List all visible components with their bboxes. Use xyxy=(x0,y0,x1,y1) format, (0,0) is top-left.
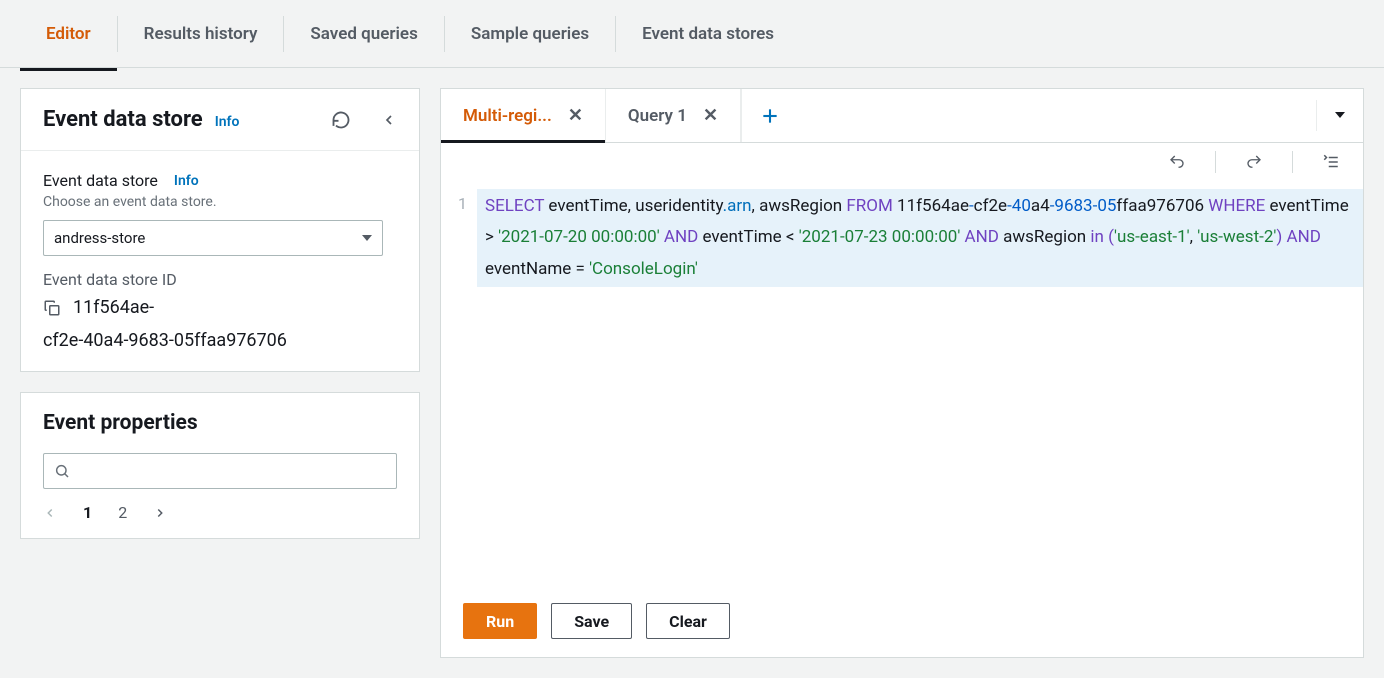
query-tab-2-label: Query 1 xyxy=(628,106,687,126)
line-number: 1 xyxy=(441,189,477,287)
left-panel: Event data store Info Event data store I… xyxy=(20,88,420,658)
store-select[interactable]: andress-store xyxy=(43,220,383,256)
tabs-overflow-button[interactable] xyxy=(1316,100,1363,132)
caret-down-icon xyxy=(1335,112,1345,118)
format-icon[interactable] xyxy=(1321,153,1341,171)
event-properties-card: Event properties 1 2 xyxy=(20,392,420,539)
sql-editor[interactable]: 1 SELECT eventTime, useridentity.arn, aw… xyxy=(441,181,1363,589)
close-icon[interactable]: ✕ xyxy=(703,105,718,126)
chevron-down-icon xyxy=(362,235,372,241)
store-select-value: andress-store xyxy=(54,229,145,247)
tab-sample-queries[interactable]: Sample queries xyxy=(445,16,616,52)
save-button[interactable]: Save xyxy=(551,603,632,639)
page-1[interactable]: 1 xyxy=(83,503,92,522)
query-tab-multi-region[interactable]: Multi-regi... ✕ xyxy=(441,89,606,142)
tab-saved-queries[interactable]: Saved queries xyxy=(284,16,444,52)
event-properties-title: Event properties xyxy=(43,411,397,435)
field-label-store: Event data store xyxy=(43,171,158,190)
close-icon[interactable]: ✕ xyxy=(568,105,583,126)
pager-next-icon[interactable] xyxy=(153,504,167,522)
tab-editor[interactable]: Editor xyxy=(20,16,118,52)
undo-icon[interactable] xyxy=(1167,153,1187,171)
search-icon xyxy=(54,463,70,479)
properties-search-input[interactable] xyxy=(78,462,386,480)
store-id-line1: 11f564ae- xyxy=(73,297,154,318)
add-tab-button[interactable] xyxy=(741,89,798,142)
event-data-store-header: Event data store Info xyxy=(21,89,419,151)
pager-prev-icon[interactable] xyxy=(43,504,57,522)
event-data-store-title: Event data store xyxy=(43,107,203,132)
store-id-label: Event data store ID xyxy=(43,270,397,289)
field-info-link[interactable]: Info xyxy=(174,173,199,189)
editor-toolbar xyxy=(441,143,1363,181)
query-tab-query1[interactable]: Query 1 ✕ xyxy=(606,89,741,142)
store-id-row: 11f564ae- xyxy=(43,297,397,318)
tab-event-data-stores[interactable]: Event data stores xyxy=(616,16,800,52)
copy-icon[interactable] xyxy=(43,299,61,317)
workspace: Event data store Info Event data store I… xyxy=(0,68,1384,678)
event-data-store-info-link[interactable]: Info xyxy=(215,114,240,130)
editor-tabs-row: Multi-regi... ✕ Query 1 ✕ xyxy=(441,89,1363,143)
pager: 1 2 xyxy=(21,499,419,538)
event-data-store-card: Event data store Info Event data store I… xyxy=(20,88,420,372)
collapse-icon[interactable] xyxy=(381,110,397,130)
page-2[interactable]: 2 xyxy=(118,503,127,522)
top-tabs: Editor Results history Saved queries Sam… xyxy=(0,0,1384,68)
tab-results-history[interactable]: Results history xyxy=(118,16,285,52)
field-help-text: Choose an event data store. xyxy=(43,194,397,210)
redo-icon[interactable] xyxy=(1244,153,1264,171)
clear-button[interactable]: Clear xyxy=(646,603,730,639)
store-id-line2: cf2e-40a4-9683-05ffaa976706 xyxy=(43,330,397,351)
editor-actions: Run Save Clear xyxy=(441,589,1363,657)
properties-search[interactable] xyxy=(43,453,397,489)
editor-panel: Multi-regi... ✕ Query 1 ✕ xyxy=(440,88,1364,658)
refresh-icon[interactable] xyxy=(331,110,351,130)
query-tab-1-label: Multi-regi... xyxy=(463,106,552,126)
sql-text[interactable]: SELECT eventTime, useridentity.arn, awsR… xyxy=(477,189,1363,287)
run-button[interactable]: Run xyxy=(463,603,537,639)
